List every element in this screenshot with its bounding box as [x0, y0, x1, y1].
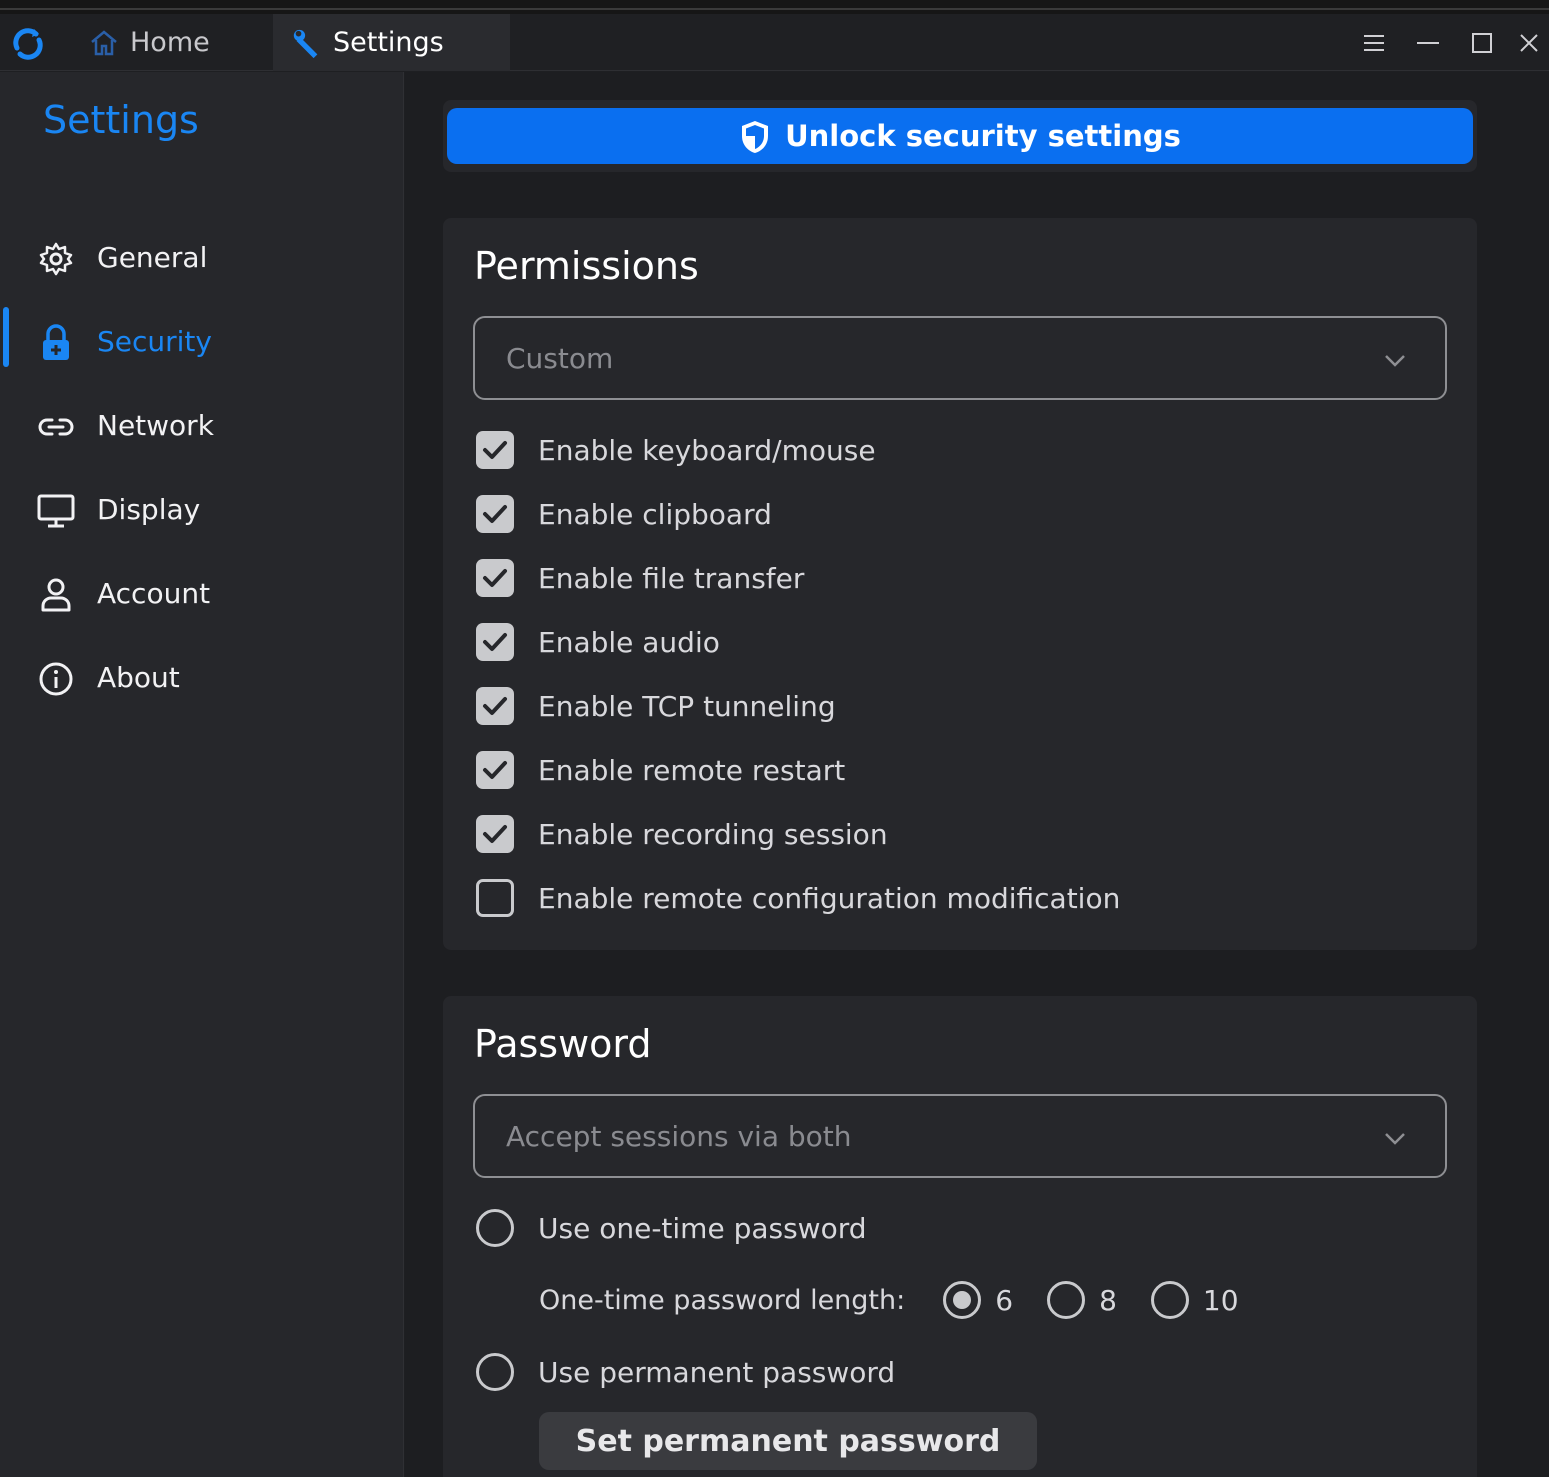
tab-settings-label: Settings: [333, 27, 444, 58]
sidebar: Settings General Security Network Displa…: [0, 72, 404, 1477]
radio-permanent-password[interactable]: Use permanent password: [476, 1350, 895, 1394]
maximize-icon[interactable]: [1455, 14, 1509, 71]
active-indicator: [3, 307, 9, 367]
tab-home-label: Home: [130, 27, 210, 58]
checkbox-label: Enable file transfer: [538, 561, 805, 595]
sidebar-item-display[interactable]: Display: [0, 475, 404, 545]
sidebar-item-network[interactable]: Network: [0, 391, 404, 461]
checkbox-label: Enable clipboard: [538, 497, 772, 531]
checkbox-clipboard[interactable]: Enable clipboard: [476, 492, 772, 536]
close-icon[interactable]: [1509, 14, 1549, 71]
checkbox-file-transfer[interactable]: Enable file transfer: [476, 556, 804, 600]
permissions-preset-value: Custom: [506, 342, 614, 375]
sidebar-item-label: Display: [97, 493, 201, 526]
permissions-card: Permissions Custom Enable keyboard/mouse…: [443, 218, 1477, 950]
top-strip-divider: [0, 8, 1549, 10]
home-icon: [88, 27, 120, 59]
otp-length-10[interactable]: 10: [1150, 1281, 1239, 1319]
radio-one-time-password[interactable]: Use one-time password: [476, 1206, 867, 1250]
chevron-down-icon: [1383, 1126, 1407, 1150]
checkbox-label: Enable audio: [538, 625, 720, 659]
password-title: Password: [474, 1022, 652, 1066]
otp-length-6[interactable]: 6: [943, 1281, 1013, 1319]
sidebar-item-label: General: [97, 241, 208, 274]
link-icon: [37, 408, 75, 446]
sidebar-item-about[interactable]: About: [0, 643, 404, 713]
radio-label: 8: [1099, 1283, 1117, 1317]
radio-label: 6: [995, 1283, 1014, 1317]
radio-button[interactable]: [943, 1281, 982, 1319]
unlock-security-label: Unlock security settings: [785, 119, 1181, 153]
password-card: Password Accept sessions via both Use on…: [443, 996, 1477, 1477]
sidebar-item-label: Account: [97, 577, 211, 610]
gear-icon: [37, 240, 75, 278]
menu-icon[interactable]: [1347, 14, 1401, 71]
radio-label: 10: [1202, 1283, 1239, 1317]
unlock-panel: Unlock security settings: [443, 100, 1477, 172]
checkbox-checked[interactable]: [476, 623, 514, 661]
lock-icon: [37, 324, 75, 362]
checkbox-recording-session[interactable]: Enable recording session: [476, 812, 888, 856]
checkbox-keyboard-mouse[interactable]: Enable keyboard/mouse: [476, 428, 876, 472]
checkbox-unchecked[interactable]: [476, 879, 514, 917]
title-bar: Home Settings: [0, 14, 1549, 71]
sidebar-item-security[interactable]: Security: [0, 307, 404, 377]
shield-icon: [739, 119, 773, 153]
tab-home[interactable]: Home: [80, 14, 270, 71]
password-mode-value: Accept sessions via both: [506, 1120, 852, 1153]
checkbox-checked[interactable]: [476, 559, 514, 597]
window-top-strip: [0, 0, 1549, 14]
checkbox-remote-restart[interactable]: Enable remote restart: [476, 748, 845, 792]
checkbox-checked[interactable]: [476, 431, 514, 469]
set-permanent-password-button[interactable]: Set permanent password: [539, 1412, 1037, 1470]
checkbox-checked[interactable]: [476, 495, 514, 533]
password-mode-select[interactable]: Accept sessions via both: [473, 1094, 1447, 1178]
checkbox-checked[interactable]: [476, 815, 514, 853]
otp-length-label: One-time password length:: [539, 1284, 906, 1316]
sidebar-item-label: Network: [97, 409, 214, 442]
checkbox-remote-config[interactable]: Enable remote configuration modification: [476, 876, 1120, 920]
permissions-preset-select[interactable]: Custom: [473, 316, 1447, 400]
radio-button[interactable]: [476, 1353, 514, 1391]
checkbox-label: Enable remote restart: [538, 753, 846, 787]
sidebar-item-general[interactable]: General: [0, 223, 404, 293]
wrench-icon: [291, 27, 323, 59]
otp-length-group: One-time password length: 6 8 10: [539, 1278, 1273, 1322]
chevron-down-icon: [1383, 348, 1407, 372]
checkbox-checked[interactable]: [476, 751, 514, 789]
sidebar-item-account[interactable]: Account: [0, 559, 404, 629]
permissions-title: Permissions: [474, 244, 699, 288]
sidebar-item-label: Security: [97, 325, 212, 358]
checkbox-checked[interactable]: [476, 687, 514, 725]
checkbox-label: Enable TCP tunneling: [538, 689, 836, 723]
checkbox-audio[interactable]: Enable audio: [476, 620, 720, 664]
radio-label: Use one-time password: [538, 1211, 867, 1245]
checkbox-label: Enable keyboard/mouse: [538, 433, 876, 467]
radio-button[interactable]: [1047, 1281, 1086, 1319]
unlock-security-button[interactable]: Unlock security settings: [447, 108, 1473, 164]
minimize-icon[interactable]: [1401, 14, 1455, 71]
sidebar-title: Settings: [43, 98, 199, 142]
settings-content: Unlock security settings Permissions Cus…: [405, 72, 1549, 1477]
checkbox-label: Enable remote configuration modification: [538, 881, 1121, 915]
user-icon: [37, 576, 75, 614]
monitor-icon: [37, 492, 75, 530]
sidebar-item-label: About: [97, 661, 180, 694]
app-logo-icon: [8, 24, 48, 64]
checkbox-tcp-tunneling[interactable]: Enable TCP tunneling: [476, 684, 836, 728]
otp-length-8[interactable]: 8: [1047, 1281, 1117, 1319]
info-icon: [37, 660, 75, 698]
radio-button[interactable]: [1150, 1281, 1189, 1319]
checkbox-label: Enable recording session: [538, 817, 888, 851]
radio-label: Use permanent password: [538, 1355, 896, 1389]
tab-settings[interactable]: Settings: [273, 14, 510, 71]
radio-button[interactable]: [476, 1209, 514, 1247]
